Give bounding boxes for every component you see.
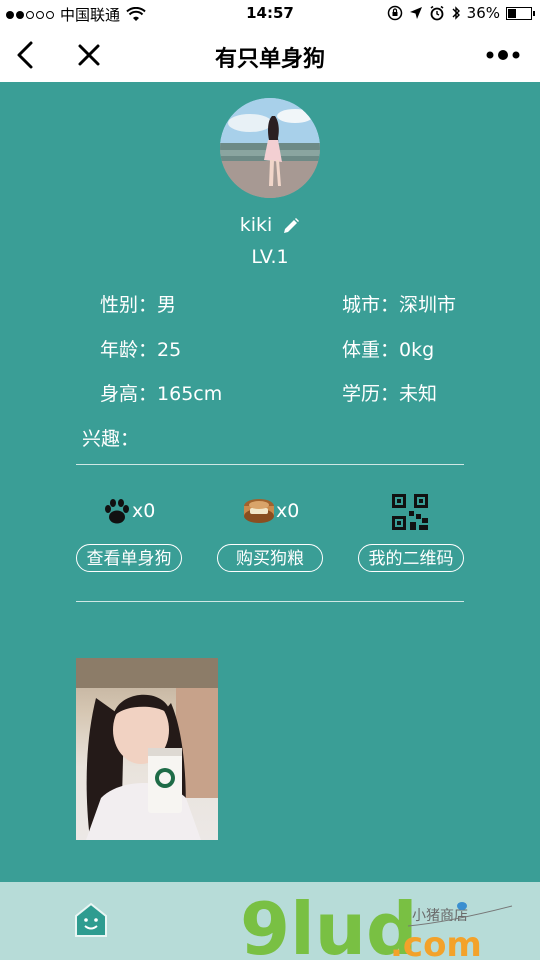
interest-field: 兴趣： — [82, 424, 139, 451]
weight-label: 体重： — [342, 339, 400, 361]
avatar-photo — [220, 98, 320, 198]
bluetooth-icon — [452, 6, 460, 20]
watermark-paw-icon — [457, 902, 467, 910]
paw-stat: x0 — [102, 496, 155, 526]
user-level: LV.1 — [251, 246, 289, 268]
interest-label: 兴趣： — [82, 428, 140, 450]
food-stat: x0 — [242, 496, 299, 526]
battery-icon — [506, 6, 535, 20]
username: kiki — [239, 214, 273, 236]
home-icon[interactable] — [74, 902, 108, 938]
food-count: x0 — [276, 500, 300, 522]
weight-field: 体重：0kg — [342, 335, 434, 362]
gender-value: 男 — [157, 294, 177, 316]
height-value: 165cm — [157, 383, 223, 405]
watermark-logo: 9lud .com 小猪商店 — [240, 892, 513, 958]
battery-fill — [508, 8, 516, 18]
user-photo[interactable] — [76, 658, 218, 840]
view-singles-button[interactable]: 查看单身狗 — [76, 544, 182, 572]
battery-percent: 36% — [466, 4, 500, 22]
buy-dog-food-button[interactable]: 购买狗粮 — [217, 544, 323, 572]
watermark-domain: .com — [390, 925, 482, 958]
status-bar: 中国联通 14:57 36% — [0, 0, 540, 28]
education-label: 学历： — [342, 383, 400, 405]
divider-top — [76, 464, 464, 465]
status-right: 36% — [387, 4, 535, 22]
city-label: 城市： — [342, 294, 400, 316]
divider-bottom — [76, 601, 464, 602]
age-field: 年龄：25 — [100, 335, 181, 362]
paw-icon — [105, 499, 129, 524]
alarm-icon — [430, 5, 444, 21]
age-label: 年龄： — [100, 339, 158, 361]
lock-rotation-icon — [387, 5, 402, 21]
edit-pencil-icon[interactable] — [282, 217, 300, 235]
username-row: kiki — [0, 214, 540, 236]
height-label: 身高： — [100, 383, 158, 405]
education-field: 学历：未知 — [342, 379, 437, 406]
dog-food-icon — [244, 499, 274, 523]
more-dots-icon[interactable] — [486, 48, 520, 62]
bottom-bar: 9lud .com 小猪商店 — [0, 882, 540, 960]
gender-label: 性别： — [100, 294, 158, 316]
height-field: 身高：165cm — [100, 379, 222, 406]
gender-field: 性别：男 — [100, 290, 176, 317]
qr-code-icon[interactable] — [392, 494, 428, 530]
nav-bar: 有只单身狗 — [0, 28, 540, 82]
education-value: 未知 — [399, 383, 438, 405]
city-value: 深圳市 — [399, 294, 457, 316]
photo-image — [76, 658, 218, 840]
my-qr-code-button[interactable]: 我的二维码 — [358, 544, 464, 572]
avatar[interactable] — [220, 98, 320, 198]
city-field: 城市：深圳市 — [342, 290, 456, 317]
location-arrow-icon — [409, 7, 422, 19]
age-value: 25 — [157, 339, 182, 361]
paw-count: x0 — [132, 500, 156, 522]
page-title: 有只单身狗 — [214, 47, 325, 72]
weight-value: 0kg — [399, 339, 435, 361]
